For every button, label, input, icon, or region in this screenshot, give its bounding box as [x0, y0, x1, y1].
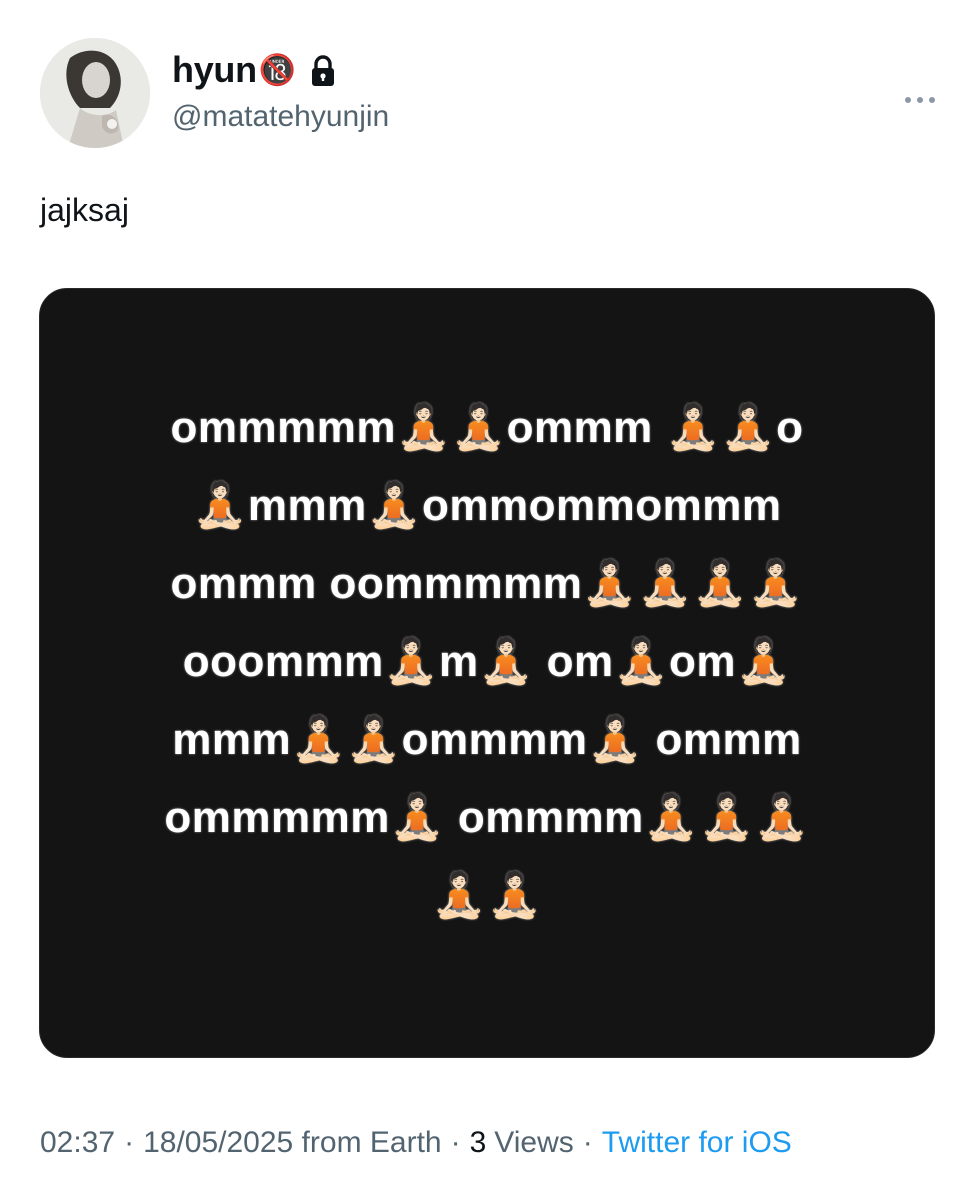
media-line: ommmmm🧘🏻🧘🏻ommm 🧘🏻🧘🏻o — [170, 403, 804, 452]
views-count: 3 — [469, 1126, 487, 1159]
more-horizontal-icon — [905, 97, 935, 103]
source-link[interactable]: Twitter for iOS — [602, 1126, 792, 1160]
media-line: 🧘🏻🧘🏻 — [431, 871, 543, 920]
lock-icon — [310, 54, 336, 86]
media-line: mmm🧘🏻🧘🏻ommmm🧘🏻 ommm — [172, 715, 802, 764]
tweet-text: jajksaj — [40, 192, 129, 228]
tweet-date-location[interactable]: 18/05/2025 from Earth — [143, 1126, 442, 1160]
media-line: ommm oommmmm🧘🏻🧘🏻🧘🏻🧘🏻 — [170, 559, 804, 608]
tweet-media-image[interactable]: ommmmm🧘🏻🧘🏻ommm 🧘🏻🧘🏻o 🧘🏻mmm🧘🏻ommommommm o… — [39, 288, 935, 1058]
media-line: ooommm🧘🏻m🧘🏻 om🧘🏻om🧘🏻 — [182, 637, 792, 686]
media-line: ommmmm🧘🏻 ommmm🧘🏻🧘🏻🧘🏻 — [164, 793, 810, 842]
tweet-metadata: 02:37 · 18/05/2025 from Earth · 3 Views … — [40, 1126, 792, 1160]
media-line: 🧘🏻mmm🧘🏻ommommommm — [192, 481, 782, 530]
display-name-text: hyun — [172, 49, 257, 90]
tweet-time[interactable]: 02:37 — [40, 1126, 115, 1160]
adult-content-emoji: 🔞 — [258, 53, 296, 87]
media-text-block: ommmmm🧘🏻🧘🏻ommm 🧘🏻🧘🏻o 🧘🏻mmm🧘🏻ommommommm o… — [40, 389, 934, 935]
separator: · — [582, 1126, 593, 1159]
views-label: Views — [494, 1126, 574, 1159]
user-display-name[interactable]: hyun 🔞 — [172, 48, 336, 92]
separator: · — [124, 1126, 135, 1159]
avatar-photo — [40, 38, 150, 148]
separator: · — [450, 1126, 461, 1159]
avatar[interactable] — [40, 38, 150, 148]
more-options-button[interactable] — [898, 82, 942, 118]
user-handle[interactable]: @matatehyunjin — [172, 100, 389, 134]
